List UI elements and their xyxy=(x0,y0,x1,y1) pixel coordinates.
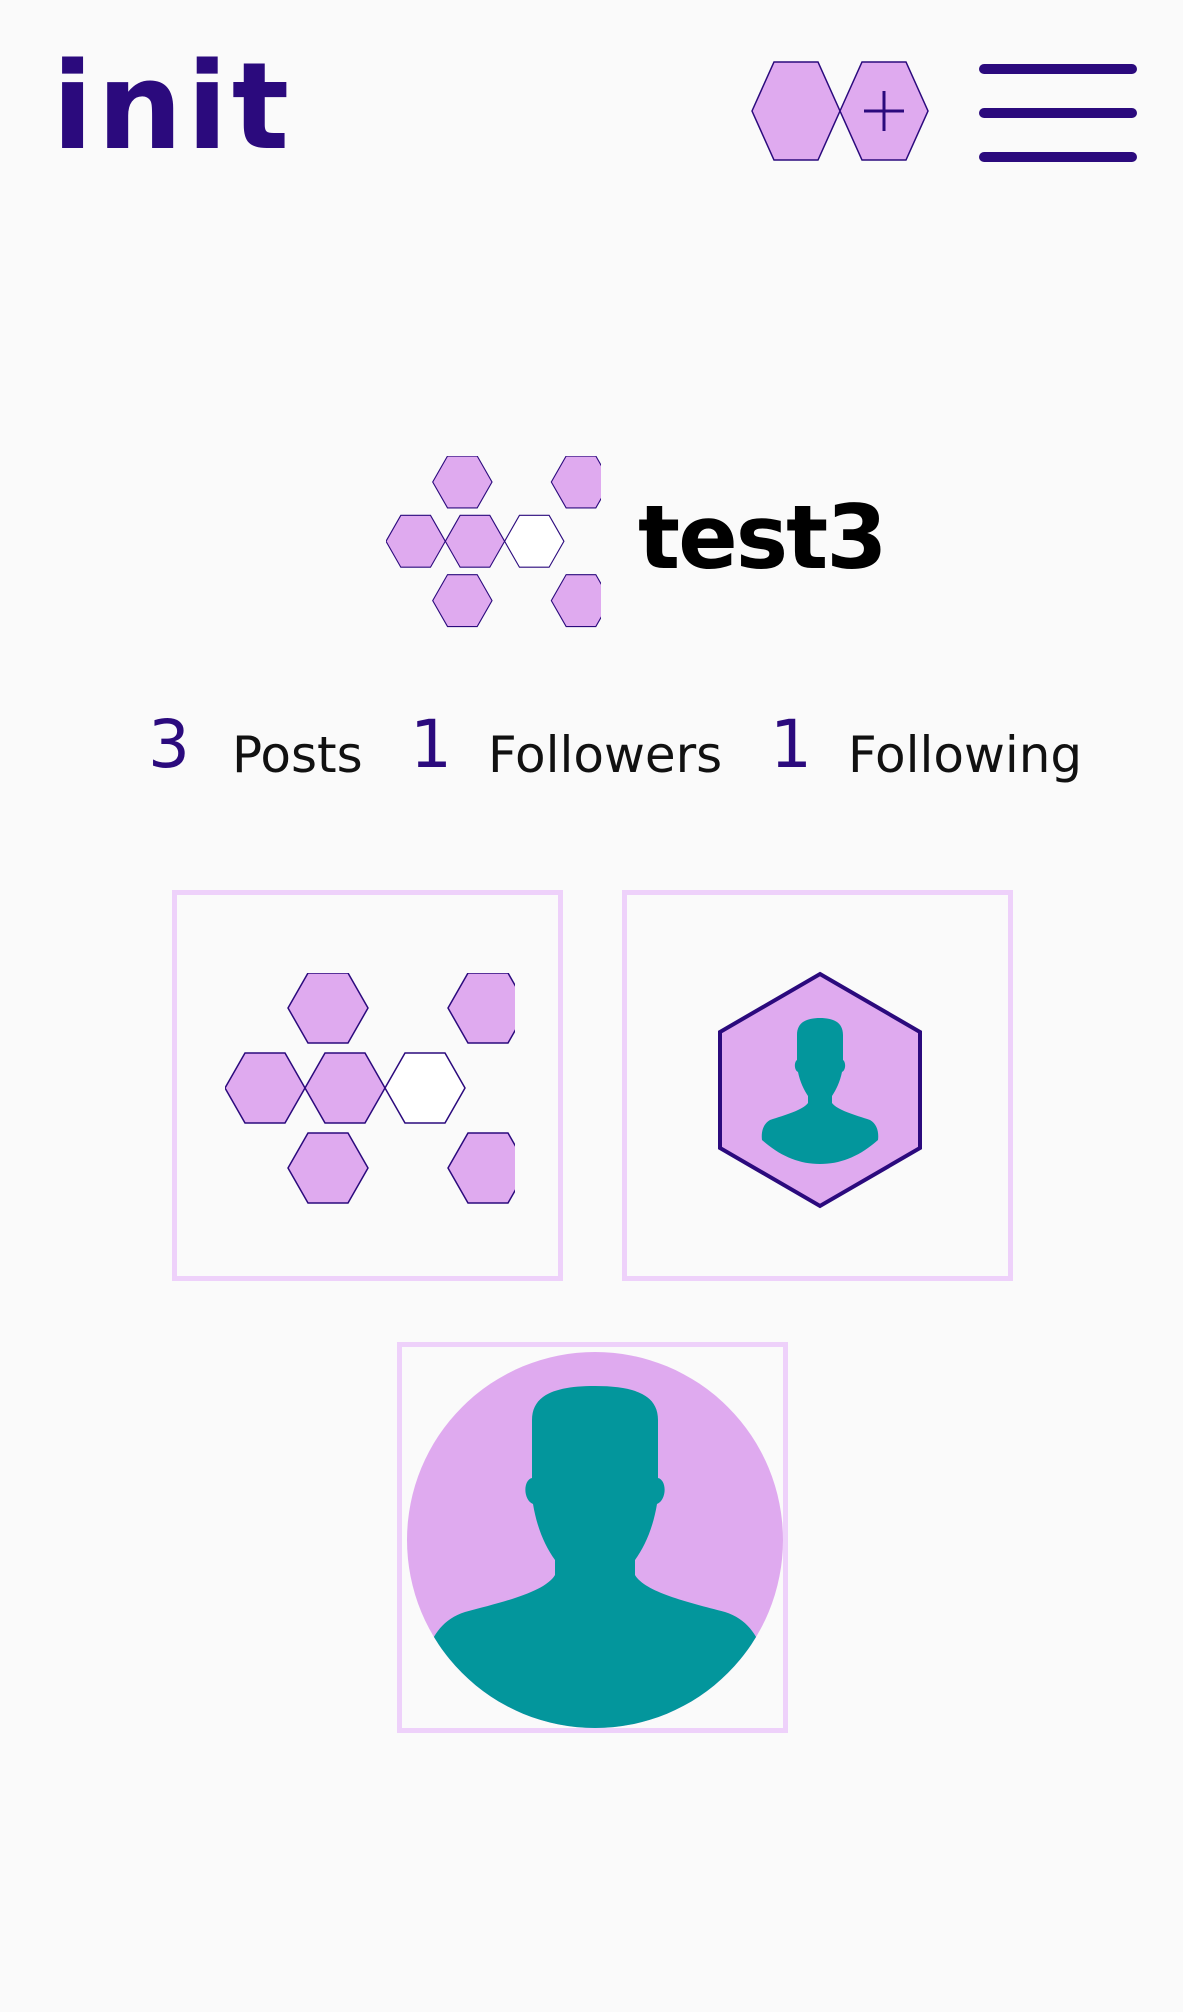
circle-user-icon xyxy=(407,1352,783,1728)
post-tile[interactable] xyxy=(172,890,563,1281)
following-label[interactable]: Following xyxy=(848,730,1082,780)
hamburger-menu-icon xyxy=(979,64,1137,74)
app-logo[interactable]: init xyxy=(52,48,293,168)
profile-username: test3 xyxy=(638,486,887,589)
menu-bar-bottom xyxy=(979,152,1137,162)
posts-label[interactable]: Posts xyxy=(232,730,363,780)
menu-button[interactable] xyxy=(975,58,1141,170)
menu-bar-middle xyxy=(979,108,1137,118)
profile-stats: 3 Posts 1 Followers 1 Following xyxy=(0,712,1183,792)
hexagon-cluster-icon xyxy=(386,456,601,628)
followers-count[interactable]: 1 xyxy=(410,712,452,778)
following-count[interactable]: 1 xyxy=(770,712,812,778)
followers-label[interactable]: Followers xyxy=(488,730,722,780)
post-tile[interactable] xyxy=(397,1342,788,1733)
hexagon-plus-icon xyxy=(751,61,929,161)
hexagon-cluster-icon xyxy=(225,973,515,1204)
new-post-button[interactable] xyxy=(748,56,933,166)
profile-header: test3 xyxy=(386,456,887,636)
posts-count[interactable]: 3 xyxy=(148,712,190,778)
hexagon-user-icon xyxy=(718,971,922,1209)
post-tile[interactable] xyxy=(622,890,1013,1281)
